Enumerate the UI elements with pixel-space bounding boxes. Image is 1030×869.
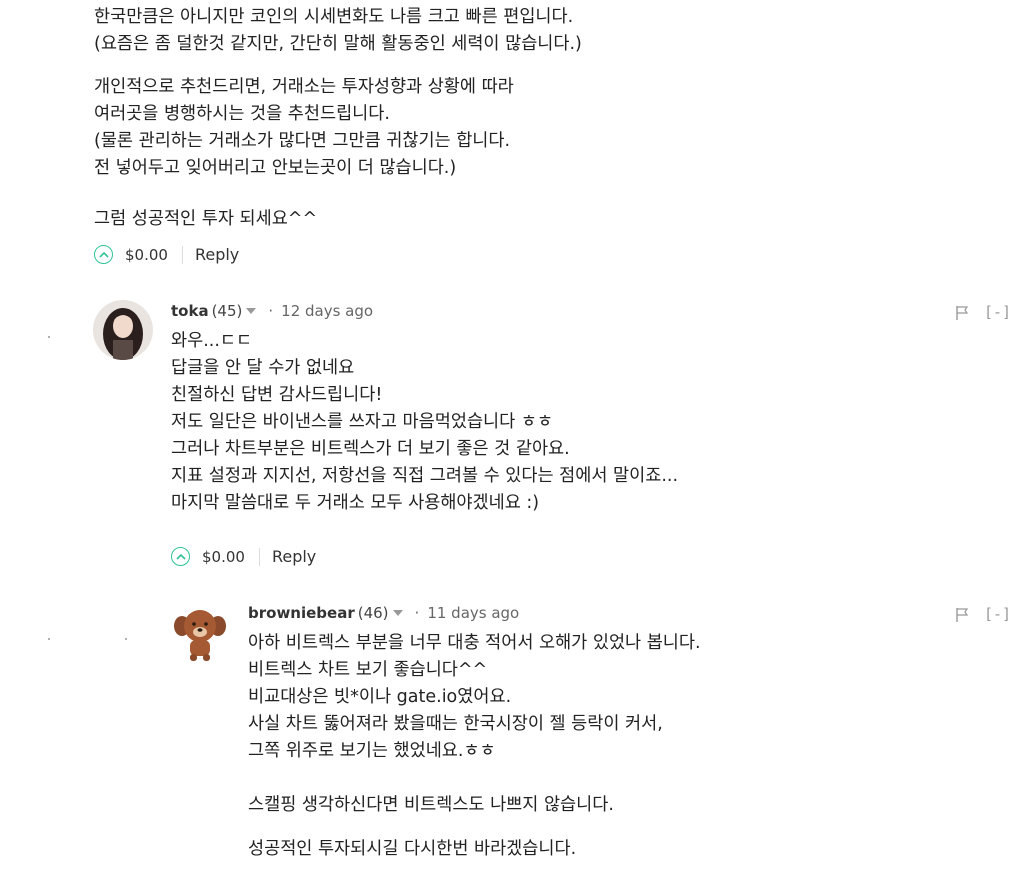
divider bbox=[258, 547, 260, 566]
comment-3-paragraph: 성공적인 투자되시길 다시한번 바라겠습니다. bbox=[248, 839, 577, 859]
comment-3-paragraph: 아하 비트렉스 부분을 너무 대충 적어서 오해가 있었나 봅니다. 비트렉스 … bbox=[248, 633, 701, 761]
reply-link[interactable]: Reply bbox=[272, 547, 316, 566]
author-menu-caret[interactable] bbox=[392, 610, 403, 616]
comment-3-author-line: browniebear (46) · 11 days ago bbox=[248, 604, 519, 622]
separator-dot: · bbox=[268, 302, 274, 320]
upvote-button[interactable] bbox=[94, 245, 113, 264]
comment-timestamp[interactable]: 12 days ago bbox=[281, 302, 373, 320]
comment-1-body-3: 그럼 성공적인 투자 되세요^^ bbox=[94, 206, 317, 233]
divider bbox=[181, 245, 183, 264]
comment-1-footer: $0.00 Reply bbox=[94, 245, 239, 264]
chevron-up-icon bbox=[175, 553, 186, 560]
avatar-toka bbox=[93, 300, 153, 360]
author-name[interactable]: toka bbox=[171, 302, 209, 320]
avatar[interactable] bbox=[93, 300, 153, 360]
avatar-browniebear bbox=[170, 602, 230, 662]
author-reputation: (45) bbox=[211, 302, 243, 320]
comment-3-paragraph: 스캘핑 생각하신다면 비트렉스도 나쁘지 않습니다. bbox=[248, 795, 614, 815]
chevron-up-icon bbox=[98, 251, 109, 258]
author-reputation: (46) bbox=[357, 604, 389, 622]
comment-3-body-3: 성공적인 투자되시길 다시한번 바라겠습니다. bbox=[248, 836, 576, 863]
comment-3-body-2: 스캘핑 생각하신다면 비트렉스도 나쁘지 않습니다. bbox=[248, 792, 614, 819]
reply-link[interactable]: Reply bbox=[195, 245, 239, 264]
comment-2-body: 와우...ㄷㄷ 답글을 안 달 수가 없네요 친절하신 답변 감사드립니다! 저… bbox=[171, 328, 678, 517]
comment-1-paragraph: 개인적으로 추천드리면, 거래소는 투자성향과 상황에 따라 여러곳을 병행하시… bbox=[94, 77, 514, 178]
author-name[interactable]: browniebear bbox=[248, 604, 355, 622]
collapse-toggle[interactable]: [-] bbox=[984, 605, 1011, 623]
upvote-button[interactable] bbox=[171, 547, 190, 566]
comment-timestamp[interactable]: 11 days ago bbox=[427, 604, 519, 622]
payout-value[interactable]: $0.00 bbox=[202, 548, 245, 566]
comment-2-author-line: toka (45) · 12 days ago bbox=[171, 302, 373, 320]
decorative-dot bbox=[125, 638, 127, 640]
comment-2-text: 와우...ㄷㄷ 답글을 안 달 수가 없네요 친절하신 답변 감사드립니다! 저… bbox=[171, 331, 679, 513]
comment-1-paragraph: 한국만큼은 아니지만 코인의 시세변화도 나름 크고 빠른 편입니다. (요즘은… bbox=[94, 7, 582, 54]
collapse-toggle[interactable]: [-] bbox=[984, 303, 1011, 321]
author-menu-caret[interactable] bbox=[246, 308, 257, 314]
comment-3-body: 아하 비트렉스 부분을 너무 대충 적어서 오해가 있었나 봅니다. 비트렉스 … bbox=[248, 630, 701, 765]
avatar[interactable] bbox=[170, 602, 230, 662]
decorative-dot bbox=[48, 638, 50, 640]
payout-value[interactable]: $0.00 bbox=[125, 246, 168, 264]
flag-icon[interactable] bbox=[955, 305, 969, 321]
comment-2-footer: $0.00 Reply bbox=[171, 547, 316, 566]
comment-1-paragraph: 그럼 성공적인 투자 되세요^^ bbox=[94, 209, 318, 229]
comments-page: 한국만큼은 아니지만 코인의 시세변화도 나름 크고 빠른 편입니다. (요즘은… bbox=[0, 0, 1030, 869]
comment-1-body: 한국만큼은 아니지만 코인의 시세변화도 나름 크고 빠른 편입니다. (요즘은… bbox=[94, 4, 582, 58]
separator-dot: · bbox=[414, 604, 420, 622]
flag-icon[interactable] bbox=[955, 607, 969, 623]
decorative-dot bbox=[48, 336, 50, 338]
comment-1-body-2: 개인적으로 추천드리면, 거래소는 투자성향과 상황에 따라 여러곳을 병행하시… bbox=[94, 74, 514, 182]
